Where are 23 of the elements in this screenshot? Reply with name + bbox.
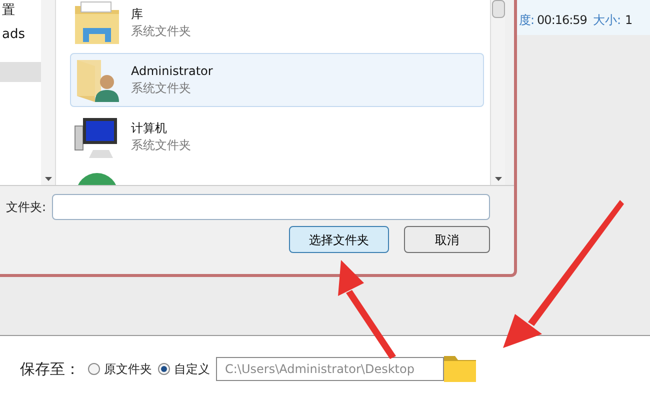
folder-item[interactable]: 计算机 系统文件夹 xyxy=(70,110,484,164)
radio-option[interactable]: 原文件夹 xyxy=(88,360,152,378)
folder-icon[interactable] xyxy=(444,356,476,382)
folder-input-field[interactable] xyxy=(52,194,490,220)
info-value: 00:16:59 xyxy=(537,12,587,29)
nav-item[interactable]: 置 xyxy=(0,0,41,22)
info-label: 大小: xyxy=(592,12,621,29)
folder-label: 文件夹: xyxy=(6,199,46,216)
scrollbar-thumb[interactable] xyxy=(492,0,504,18)
info-label: 度: xyxy=(519,12,534,29)
scroll-down-icon[interactable] xyxy=(44,177,52,181)
radio-button[interactable] xyxy=(158,363,170,375)
nav-item[interactable]: ads xyxy=(0,24,41,46)
cancel-button[interactable]: 取消 xyxy=(404,226,490,253)
folder-item[interactable]: 库 系统文件夹 xyxy=(70,0,484,50)
radio-button[interactable] xyxy=(88,363,100,375)
info-value: 1 xyxy=(625,12,633,29)
select-folder-button[interactable]: 选择文件夹 xyxy=(289,226,389,253)
radio-option[interactable]: 自定义 xyxy=(158,360,210,378)
save-to-label: 保存至： xyxy=(20,358,80,380)
scroll-down-icon[interactable] xyxy=(494,177,502,181)
path-input-field[interactable]: C:\Users\Administrator\Desktop xyxy=(216,357,444,381)
folder-item[interactable]: Administrator 系统文件夹 xyxy=(70,53,484,107)
